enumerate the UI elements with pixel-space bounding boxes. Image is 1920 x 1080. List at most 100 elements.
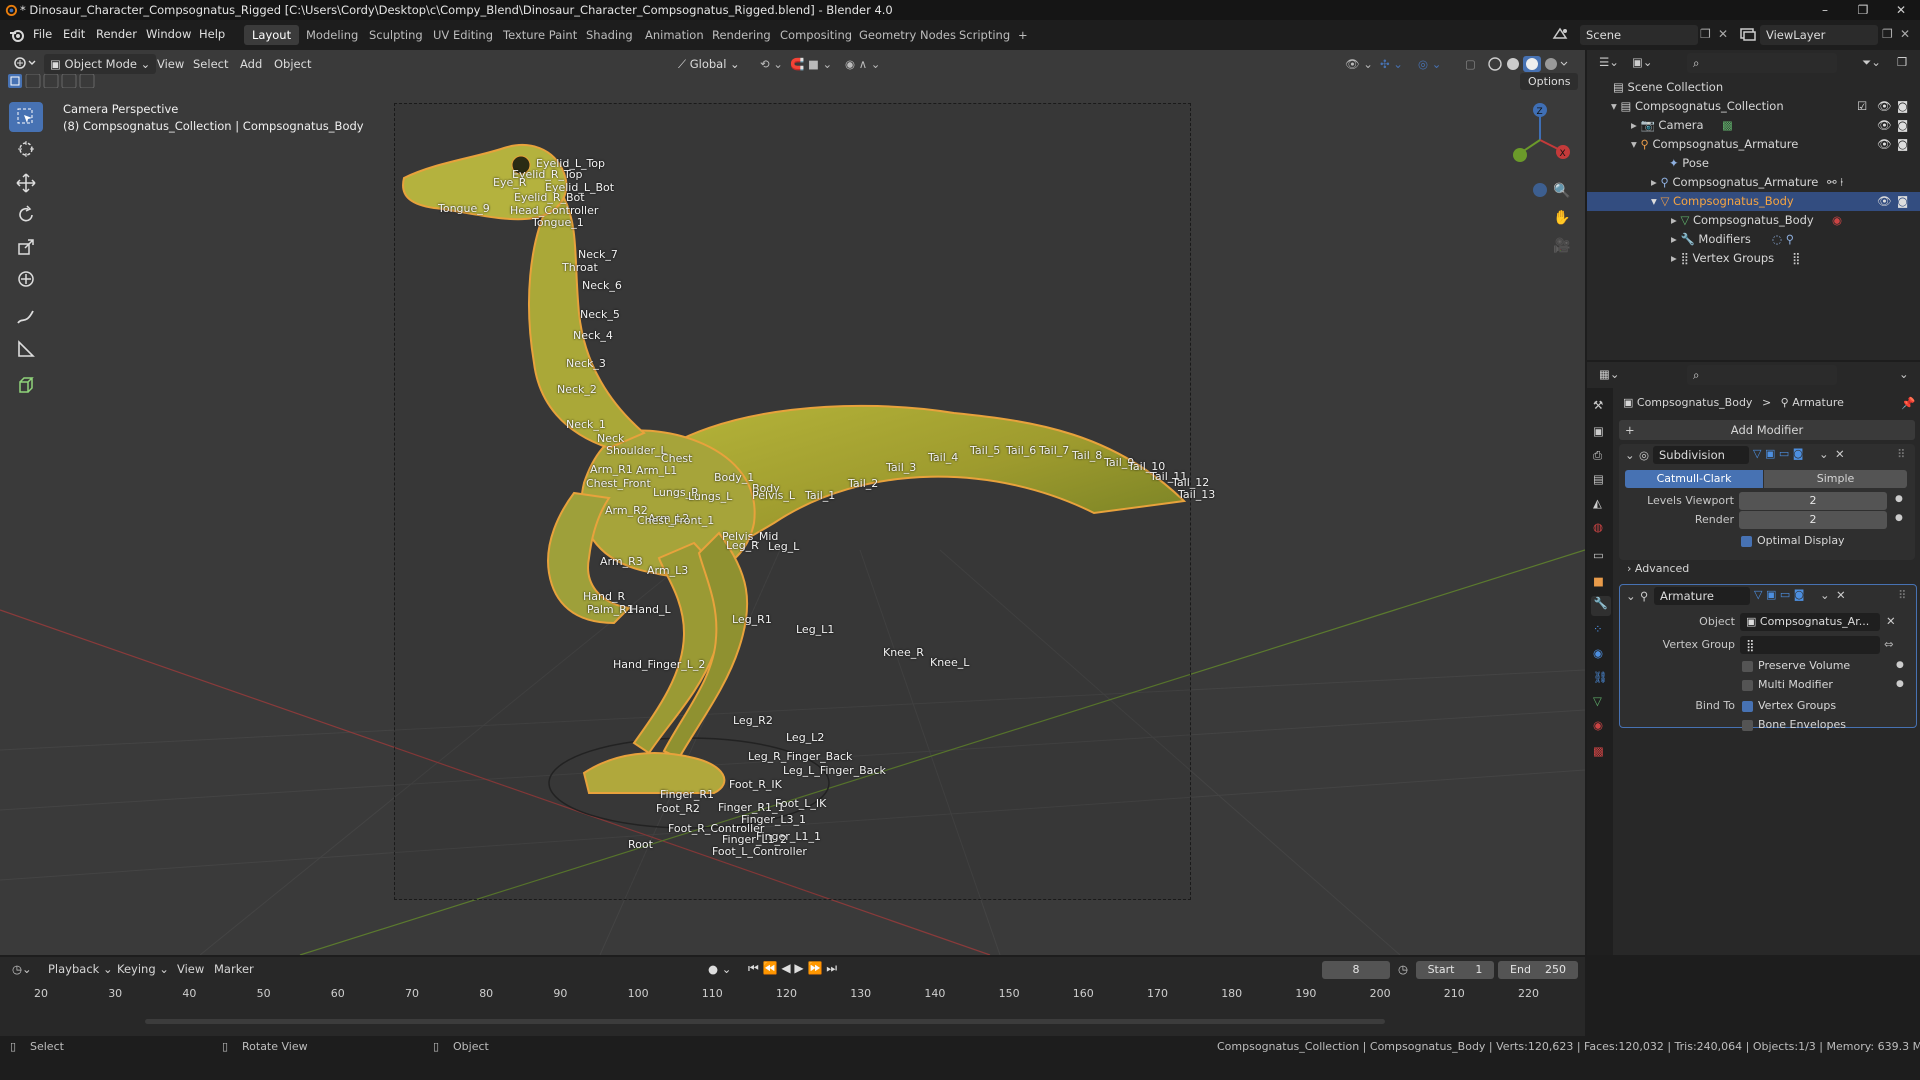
snap-icon[interactable]: 🧲 ■ ⌄ [790, 54, 832, 74]
add-modifier-button[interactable]: + Add Modifier [1619, 420, 1915, 440]
modifier-tab-icon[interactable]: 🔧 [1591, 596, 1611, 616]
outliner-editor-icon[interactable]: ☰⌄ [1599, 55, 1619, 69]
mode-dropdown[interactable]: ▣ Object Mode ⌄ [44, 54, 157, 74]
output-tab-icon[interactable]: ⎙ [1593, 448, 1602, 463]
view-layer-tab-icon[interactable]: ▤ [1593, 472, 1604, 486]
catmull-clark-button[interactable]: Catmull-Clark [1625, 470, 1763, 488]
menu-add[interactable]: Add [240, 54, 262, 74]
marker-menu[interactable]: Marker [214, 962, 254, 976]
keyframe-dot-icon[interactable]: ● [1896, 679, 1904, 689]
camera-render-icon[interactable]: ◙ [1897, 192, 1908, 211]
collection-tab-icon[interactable]: ▭ [1593, 548, 1604, 562]
end-frame-field[interactable]: End 250 [1498, 961, 1578, 979]
add-cube-tool[interactable] [9, 370, 43, 400]
playback-menu[interactable]: Playback ⌄ [48, 962, 113, 976]
subdivision-name-input[interactable]: Subdivision [1653, 446, 1749, 464]
remove-viewlayer-icon[interactable]: ✕ [1900, 27, 1910, 41]
outliner-panel[interactable]: ☰⌄ ▣⌄ ⌕ ⏷⌄ ❐ ▤ Scene Collection ▾ ▤ Comp… [1587, 50, 1920, 360]
object-field[interactable]: ▣ Compsognatus_Ar... [1740, 613, 1880, 631]
close-window-button[interactable]: ✕ [1882, 0, 1920, 20]
tab-layout[interactable]: Layout [244, 25, 300, 45]
outliner-row-modifiers[interactable]: ▸ 🔧 Modifiers ◌ ⚲ [1587, 230, 1920, 249]
menu-render[interactable]: Render [96, 27, 137, 41]
measure-tool[interactable] [9, 334, 43, 364]
eye-icon[interactable]: 👁 [1877, 135, 1892, 154]
advanced-section[interactable]: › Advanced [1627, 562, 1689, 575]
simple-button[interactable]: Simple [1764, 470, 1907, 488]
remove-modifier-icon[interactable]: ✕ [1836, 588, 1846, 602]
select-box-tool[interactable] [9, 102, 43, 132]
pan-hand-icon[interactable]: ✋ [1553, 210, 1570, 226]
zoom-icon[interactable]: 🔍 [1553, 183, 1570, 199]
menu-window[interactable]: Window [146, 27, 191, 41]
object-tab-icon[interactable]: ■ [1593, 574, 1604, 588]
tab-sculpting[interactable]: Sculpting [361, 25, 431, 45]
editor-type-icon[interactable] [12, 54, 38, 74]
physics-tab-icon[interactable]: ◉ [1593, 646, 1603, 660]
keyframe-dot-icon[interactable]: ● [1895, 513, 1903, 523]
particles-tab-icon[interactable]: ⁘ [1593, 622, 1603, 636]
cursor-tool[interactable] [9, 134, 43, 164]
tab-compositing[interactable]: Compositing [772, 25, 860, 45]
levels-viewport-field[interactable]: 2 [1739, 492, 1887, 510]
world-tab-icon[interactable]: ◍ [1593, 520, 1603, 534]
outliner-row-armature[interactable]: ▾ ⚲ Compsognatus_Armature 👁 ◙ [1587, 135, 1920, 154]
new-collection-icon[interactable]: ❐ [1897, 55, 1907, 69]
camera-view-icon[interactable]: 🎥 [1553, 238, 1570, 254]
record-icon[interactable]: ● ⌄ [708, 962, 731, 976]
remove-modifier-icon[interactable]: ✕ [1835, 447, 1845, 461]
timeline-scrollbar[interactable] [145, 1019, 1385, 1024]
camera-render-icon[interactable]: ◙ [1897, 135, 1908, 154]
rotate-tool[interactable] [9, 200, 43, 230]
eye-icon[interactable]: 👁 [1877, 97, 1892, 116]
scene-tab-icon[interactable]: ◭ [1593, 496, 1602, 510]
drag-handle-icon[interactable]: ⠿ [1897, 447, 1905, 461]
camera-render-icon[interactable]: ◙ [1897, 97, 1908, 116]
gizmo-icon[interactable]: ✣ ⌄ [1380, 54, 1403, 74]
checkbox-icon[interactable]: ☑ [1857, 97, 1867, 116]
outliner-row-armature-data[interactable]: ▸ ⚲ Compsognatus_Armature ⚯ ⍿ [1587, 173, 1920, 192]
modifier-toggle-icons[interactable]: ▽ ▣ ▭ ◙ [1753, 447, 1803, 460]
selection-mode-icons[interactable] [8, 74, 98, 88]
eye-icon[interactable]: 👁 [1877, 116, 1892, 135]
tool-tab-icon[interactable]: ⚒ [1593, 398, 1603, 412]
start-frame-field[interactable]: Start 1 [1416, 961, 1494, 979]
3d-viewport[interactable]: ▣ Object Mode ⌄ View Select Add Object ⟋… [0, 50, 1585, 955]
invert-icon[interactable]: ⇔ [1884, 637, 1894, 651]
clock-icon[interactable]: ◷ [1398, 962, 1408, 976]
display-mode-icon[interactable]: ▣⌄ [1632, 55, 1653, 69]
keying-menu[interactable]: Keying ⌄ [117, 962, 169, 976]
timeline-view-menu[interactable]: View [177, 962, 204, 976]
collapse-arrow-icon[interactable]: ⌄ [1626, 589, 1636, 603]
tab-geometry-nodes[interactable]: Geometry Nodes [851, 25, 964, 45]
outliner-search-input[interactable]: ⌕ [1687, 53, 1837, 73]
outliner-row-vertex-groups[interactable]: ▸ ⣿ Vertex Groups ⣿ [1587, 249, 1920, 268]
material-tab-icon[interactable]: ◉ [1593, 718, 1603, 732]
tab-rendering[interactable]: Rendering [704, 25, 779, 45]
outliner-row-body-mesh[interactable]: ▸ ▽ Compsognatus_Body ◉ [1587, 211, 1920, 230]
scale-tool[interactable] [9, 232, 43, 262]
menu-view[interactable]: View [157, 54, 184, 74]
scene-selector[interactable]: Scene [1580, 25, 1698, 45]
tab-shading[interactable]: Shading [578, 25, 641, 45]
drag-handle-icon[interactable]: ⠿ [1898, 588, 1906, 602]
optimal-display-checkbox[interactable] [1741, 536, 1752, 547]
menu-select[interactable]: Select [193, 54, 228, 74]
menu-file[interactable]: File [33, 27, 52, 41]
scene-collection-row[interactable]: ▤ Scene Collection [1587, 78, 1920, 97]
xray-icon[interactable]: ▢ [1465, 54, 1476, 74]
blender-menu-icon[interactable] [9, 27, 25, 43]
outliner-row-collection[interactable]: ▾ ▤ Compsognatus_Collection ☑ 👁 ◙ [1587, 97, 1920, 116]
move-tool[interactable] [9, 168, 43, 198]
timeline-editor-icon[interactable]: ◷⌄ [12, 962, 32, 976]
tab-uv-editing[interactable]: UV Editing [425, 25, 501, 45]
tab-scripting[interactable]: Scripting [951, 25, 1018, 45]
pivot-icon[interactable]: ⟲ ⌄ [760, 54, 783, 74]
keyframe-dot-icon[interactable]: ● [1895, 494, 1903, 504]
keyframe-dot-icon[interactable]: ● [1896, 660, 1904, 670]
maximize-button[interactable]: ❐ [1844, 0, 1882, 20]
add-workspace-button[interactable]: + [1010, 25, 1036, 45]
properties-panel[interactable]: ▦⌄ ⌕ ⌄ ⚒ ▣ ⎙ ▤ ◭ ◍ ▭ ■ 🔧 ⁘ ◉ ⛓ ▽ ◉ ▩ ▣ C… [1587, 362, 1920, 955]
armature-name-input[interactable]: Armature [1654, 587, 1750, 605]
viewlayer-selector[interactable]: ViewLayer [1760, 25, 1878, 45]
